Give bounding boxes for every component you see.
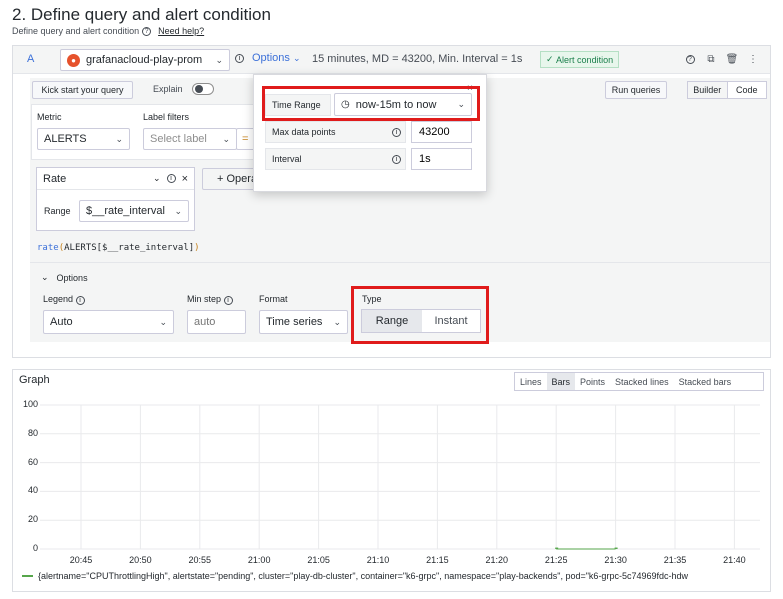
x-tick-label: 21:40 [723,555,746,565]
y-tick-label: 100 [22,399,38,409]
series-legend-entry[interactable]: {alertname="CPUThrottlingHigh", alertsta… [38,571,766,581]
x-tick-label: 21:05 [307,555,330,565]
x-tick-label: 21:35 [663,555,687,565]
x-tick-label: 21:30 [604,555,627,565]
x-tick-label: 21:25 [544,555,568,565]
series-color-swatch [22,575,33,577]
y-tick-label: 40 [27,485,38,496]
y-tick-label: 80 [27,427,38,438]
x-tick-label: 21:15 [426,555,449,565]
x-tick-label: 20:50 [129,555,152,565]
x-tick-label: 21:00 [247,555,271,565]
x-tick-label: 21:20 [485,555,509,565]
x-tick-label: 21:10 [366,555,390,565]
graph-chart [40,404,760,550]
y-tick-label: 60 [27,456,38,467]
x-tick-label: 20:45 [69,555,93,565]
x-tick-label: 20:55 [188,555,212,565]
y-tick-label: 0 [32,543,38,553]
y-tick-label: 20 [27,514,38,525]
